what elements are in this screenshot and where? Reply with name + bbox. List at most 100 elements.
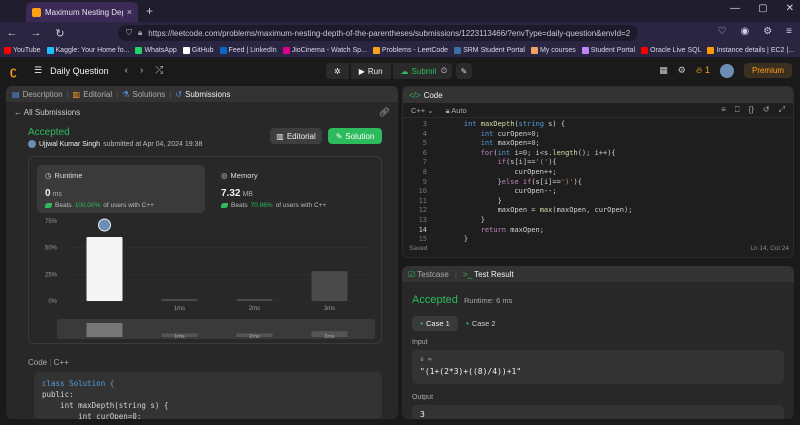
forward-icon[interactable]: → xyxy=(30,27,42,39)
tab-description[interactable]: ▤ Description xyxy=(12,90,63,99)
code-line: int maxOpen=0; xyxy=(480,139,540,148)
bookmark-favicon-icon xyxy=(182,47,190,54)
run-submit-bar: ✲ ▶ Run ☁ Submit xyxy=(326,63,445,79)
notes-icon[interactable]: ✎ xyxy=(456,63,472,79)
problem-list-icon[interactable]: ☰ xyxy=(34,65,42,76)
bookmark-item[interactable]: JioCinema - Watch Sp... xyxy=(282,47,367,54)
debug-button[interactable]: ✲ xyxy=(326,63,349,79)
close-window-icon[interactable]: ✕ xyxy=(786,3,794,14)
share-link-icon[interactable]: 🔗︎ xyxy=(379,107,390,118)
leetcode-logo-icon[interactable]: ʗ xyxy=(10,64,17,78)
bookmark-item[interactable]: Oracle Live SQL xyxy=(641,47,701,54)
tab-divider: | xyxy=(454,269,457,279)
bookmark-label: Problems - LeetCode xyxy=(381,47,449,54)
user-avatar-marker xyxy=(98,218,111,232)
input-box: s = "(1+(2*3)+((8)/4))+1" xyxy=(412,350,784,384)
url-text: https://leetcode.com/problems/maximum-ne… xyxy=(148,28,630,38)
browser-nav-bar: ← → ↻ ⛉ 🔒︎ https://leetcode.com/problems… xyxy=(0,22,800,44)
daily-question-title[interactable]: Daily Question xyxy=(50,66,109,76)
reset-icon[interactable]: ↺ xyxy=(763,105,770,115)
browser-tab[interactable]: Maximum Nesting Depth of the × xyxy=(26,2,138,22)
avatar[interactable] xyxy=(719,63,734,78)
code-editor[interactable]: 3 int maxDepth(string s) {4 int curOpen=… xyxy=(403,119,793,243)
runtime-card[interactable]: ◷ Runtime 0 ms Beats 100.00% of users with C… xyxy=(37,165,205,213)
braces-icon[interactable]: {} xyxy=(749,105,754,115)
editorial-button[interactable]: ▥ Editorial xyxy=(270,128,322,144)
next-problem-icon[interactable]: › xyxy=(140,65,143,76)
shuffle-icon[interactable]: ⤮ xyxy=(155,65,163,76)
post-solution-button[interactable]: ✎ Solution xyxy=(328,128,382,144)
tab-solutions[interactable]: ⚗ Solutions xyxy=(122,90,165,99)
back-icon[interactable]: ← xyxy=(6,27,18,39)
bookmark-item[interactable]: Student Portal xyxy=(581,47,635,54)
url-bar[interactable]: ⛉ 🔒︎ https://leetcode.com/problems/maxim… xyxy=(118,25,638,41)
reload-icon[interactable]: ↻ xyxy=(54,27,66,40)
fullscreen-icon[interactable]: ⤢ xyxy=(779,105,785,115)
output-label: Output xyxy=(412,394,434,401)
shield-icon: ⛉ xyxy=(126,28,132,37)
y-tick-label: 25% xyxy=(45,272,58,278)
browser-nav-actions: ♡ ◉ ⚙ ≡ xyxy=(717,26,792,37)
line-number: 10 xyxy=(418,187,427,196)
tab-editorial[interactable]: ▥ Editorial xyxy=(73,90,112,99)
all-submissions-link[interactable]: ← All Submissions xyxy=(14,108,80,117)
memory-card[interactable]: ◎ Memory 7.32 MB Beats 70.86% of users with … xyxy=(213,165,373,213)
new-tab-icon[interactable]: + xyxy=(146,4,153,18)
maximize-icon[interactable]: ▢ xyxy=(758,3,767,14)
user-avatar xyxy=(28,140,36,148)
language-select[interactable]: C++ ⌄ xyxy=(411,106,434,115)
user-name[interactable]: Ujjwal Kumar Singh xyxy=(39,141,100,148)
extensions-icon[interactable]: ⚙ xyxy=(763,26,772,37)
lock-icon: 🔒︎ xyxy=(138,28,143,37)
bookmark-favicon-icon xyxy=(641,47,649,54)
bar xyxy=(236,298,273,301)
premium-button[interactable]: Premium xyxy=(743,63,792,78)
close-tab-icon[interactable]: × xyxy=(127,7,132,17)
input-variable: s = xyxy=(420,355,432,363)
run-button[interactable]: ▶ Run xyxy=(350,63,391,79)
memory-beats: Beats 70.86% of users with C++ xyxy=(221,202,365,209)
code-header: </> Code xyxy=(403,87,793,103)
prev-problem-icon[interactable]: ‹ xyxy=(125,65,128,76)
header-right: ▦ ⚙ 🔥︎ 1 Premium xyxy=(659,63,792,78)
output-value: 3 xyxy=(412,405,784,419)
menu-icon[interactable]: ≡ xyxy=(786,26,792,37)
leaf-icon xyxy=(45,203,52,208)
settings-icon[interactable]: ⚙ xyxy=(678,65,686,76)
tab-testcase[interactable]: ☑ Testcase xyxy=(408,270,449,279)
bookmark-item[interactable]: My courses xyxy=(530,47,576,54)
account-icon[interactable]: ◉ xyxy=(740,26,749,37)
tab-test-result[interactable]: >_ Test Result xyxy=(463,270,514,279)
pocket-icon[interactable]: ♡ xyxy=(717,26,726,37)
bookmark-item[interactable]: Instance details | EC2 |... xyxy=(707,47,794,54)
bookmark-item[interactable]: Kaggle: Your Home fo... xyxy=(46,47,129,54)
bookmark-item[interactable]: YouTube xyxy=(4,47,41,54)
bookmark-favicon-icon xyxy=(46,47,54,54)
mode-toggle[interactable]: 🔒︎ Auto xyxy=(446,106,467,116)
bookmark-item[interactable]: WhatsApp xyxy=(135,47,177,54)
bookmark-item[interactable]: GitHub xyxy=(182,47,214,54)
case-1-tab[interactable]: • Case 1 xyxy=(412,316,458,331)
chip-icon: ◎ xyxy=(221,171,228,180)
bookmark-icon[interactable]: ⎕ xyxy=(735,105,740,115)
case-2-tab[interactable]: • Case 2 xyxy=(466,316,496,331)
submissions-panel: ▤ Description | ▥ Editorial | ⚗ Solutions |… xyxy=(6,86,398,419)
bookmark-item[interactable]: SRM Student Portal xyxy=(454,47,525,54)
memory-value: 7.32 MB xyxy=(221,188,253,199)
input-label: Input xyxy=(412,339,428,346)
minimize-icon[interactable]: — xyxy=(730,3,740,14)
tab-submissions[interactable]: ↺ Submissions xyxy=(175,90,230,99)
leetcode-favicon-icon xyxy=(32,7,41,17)
test-runtime: Runtime: 6 ms xyxy=(464,296,513,305)
format-icon[interactable]: ≡ xyxy=(721,105,726,115)
bookmark-label: Instance details | EC2 |... xyxy=(716,47,795,54)
timer-icon[interactable]: ⏲ xyxy=(436,63,452,79)
bookmark-favicon-icon xyxy=(581,47,589,54)
runtime-distribution-chart[interactable]: 0% 25% 50% 75% 1ms 2ms 3ms 1ms 2ms 3ms xyxy=(29,217,381,343)
clock-icon: ◷ xyxy=(45,171,52,180)
bookmark-item[interactable]: Feed | LinkedIn xyxy=(219,47,277,54)
layout-icon[interactable]: ▦ xyxy=(659,65,668,76)
extra-actions: ⏲ ✎ xyxy=(436,63,472,79)
streak-counter[interactable]: 🔥︎ 1 xyxy=(696,65,710,76)
bookmark-item[interactable]: Problems - LeetCode xyxy=(372,47,449,54)
